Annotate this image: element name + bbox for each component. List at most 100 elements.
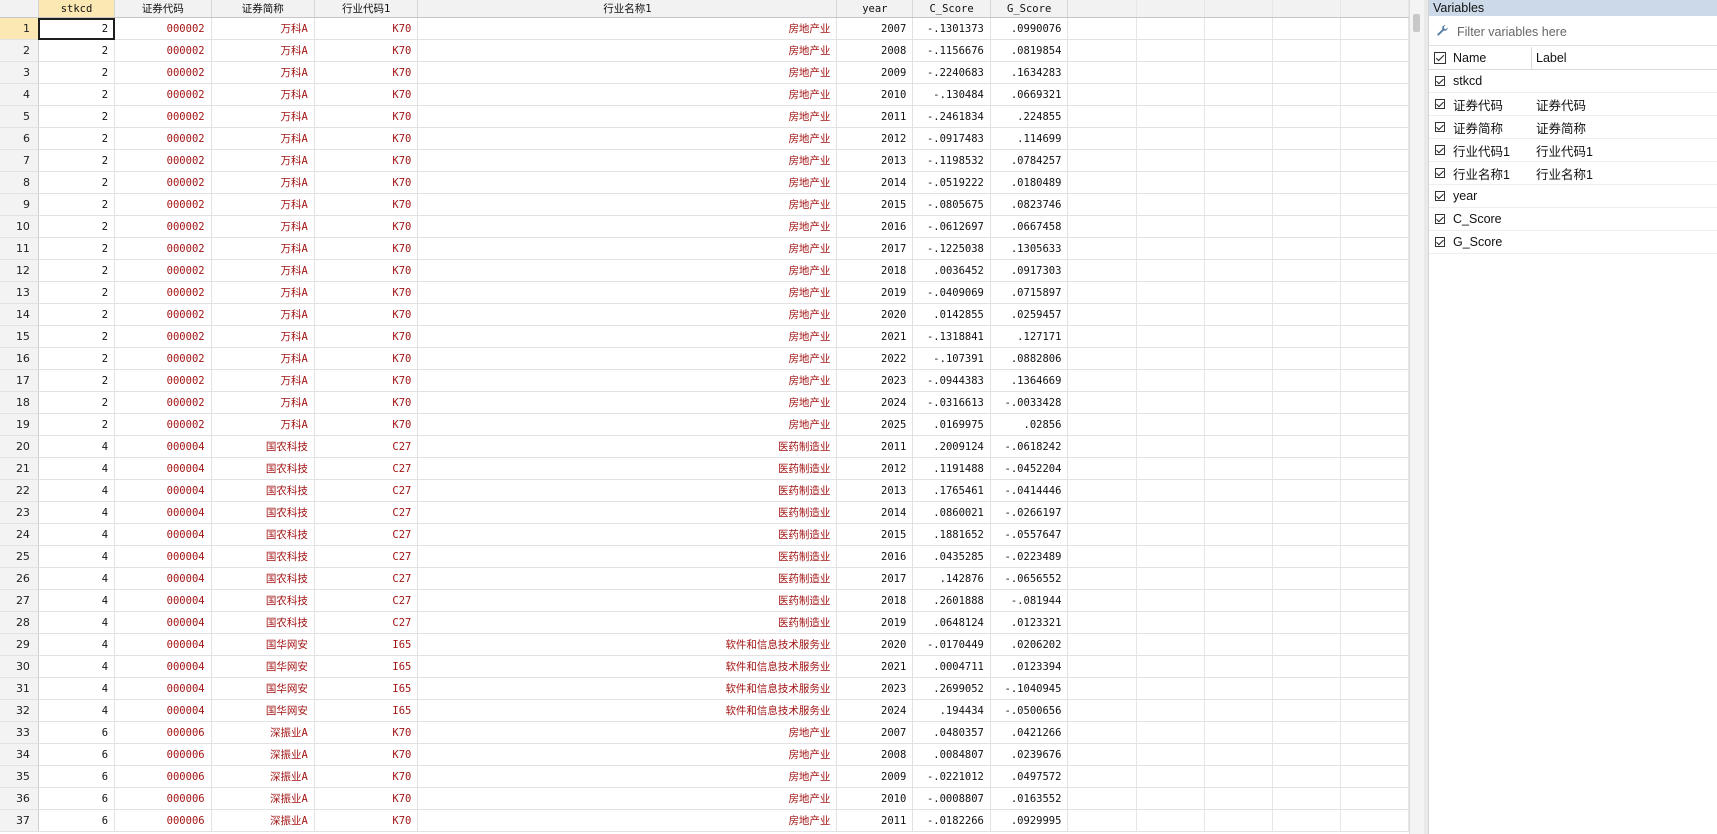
- cell-c-score[interactable]: -.107391: [912, 347, 991, 370]
- row-number[interactable]: 32: [0, 699, 39, 722]
- cell-ind-code[interactable]: I65: [314, 677, 419, 700]
- cell-c-score[interactable]: -.0612697: [912, 215, 991, 238]
- cell-code[interactable]: 000004: [114, 633, 212, 656]
- cell-year[interactable]: 2020: [836, 633, 914, 656]
- row-number[interactable]: 27: [0, 589, 39, 612]
- cell-g-score[interactable]: .0497572: [990, 765, 1069, 788]
- cell-year[interactable]: 2016: [836, 215, 914, 238]
- cell-abbr[interactable]: 国华网安: [211, 633, 315, 656]
- cell-year[interactable]: 2011: [836, 435, 914, 458]
- cell-year[interactable]: 2016: [836, 545, 914, 568]
- cell-stkcd[interactable]: 2: [38, 61, 116, 84]
- row-number[interactable]: 4: [0, 83, 39, 106]
- cell-ind-name[interactable]: 房地产业: [417, 765, 838, 788]
- variable-checkbox[interactable]: [1429, 122, 1451, 132]
- cell-stkcd[interactable]: 6: [38, 809, 116, 832]
- row-number[interactable]: 12: [0, 259, 39, 282]
- cell-ind-code[interactable]: C27: [314, 435, 419, 458]
- select-all-checkbox[interactable]: [1429, 52, 1451, 64]
- wrench-icon[interactable]: [1429, 24, 1455, 40]
- cell-abbr[interactable]: 深振业A: [211, 721, 315, 744]
- cell-ind-code[interactable]: K70: [314, 391, 419, 414]
- cell-year[interactable]: 2024: [836, 699, 914, 722]
- cell-g-score[interactable]: -.0452204: [990, 457, 1069, 480]
- column-header-c-score[interactable]: C_Score: [912, 0, 991, 18]
- cell-ind-name[interactable]: 医药制造业: [417, 545, 838, 568]
- cell-ind-code[interactable]: K70: [314, 149, 419, 172]
- cell-ind-name[interactable]: 房地产业: [417, 127, 838, 150]
- cell-c-score[interactable]: .0036452: [912, 259, 991, 282]
- variable-row[interactable]: year: [1429, 185, 1717, 208]
- cell-year[interactable]: 2018: [836, 589, 914, 612]
- cell-ind-code[interactable]: K70: [314, 721, 419, 744]
- cell-abbr[interactable]: 万科A: [211, 391, 315, 414]
- cell-stkcd[interactable]: 6: [38, 721, 116, 744]
- row-number[interactable]: 22: [0, 479, 39, 502]
- cell-code[interactable]: 000002: [114, 281, 212, 304]
- cell-stkcd[interactable]: 4: [38, 501, 116, 524]
- cell-c-score[interactable]: .0435285: [912, 545, 991, 568]
- cell-year[interactable]: 2018: [836, 259, 914, 282]
- cell-ind-code[interactable]: C27: [314, 479, 419, 502]
- cell-abbr[interactable]: 深振业A: [211, 809, 315, 832]
- cell-c-score[interactable]: .142876: [912, 567, 991, 590]
- variable-checkbox[interactable]: [1429, 191, 1451, 201]
- cell-g-score[interactable]: -.0223489: [990, 545, 1069, 568]
- cell-stkcd[interactable]: 2: [38, 127, 116, 150]
- cell-ind-code[interactable]: K70: [314, 215, 419, 238]
- cell-ind-name[interactable]: 房地产业: [417, 325, 838, 348]
- cell-stkcd[interactable]: 2: [38, 237, 116, 260]
- cell-ind-code[interactable]: K70: [314, 17, 419, 40]
- vertical-scrollbar[interactable]: [1409, 0, 1424, 834]
- cell-stkcd[interactable]: 2: [38, 39, 116, 62]
- cell-g-score[interactable]: .1634283: [990, 61, 1069, 84]
- cell-code[interactable]: 000004: [114, 677, 212, 700]
- cell-ind-name[interactable]: 房地产业: [417, 809, 838, 832]
- cell-year[interactable]: 2011: [836, 809, 914, 832]
- cell-year[interactable]: 2015: [836, 193, 914, 216]
- cell-code[interactable]: 000006: [114, 743, 212, 766]
- column-header-ind-code[interactable]: 行业代码1: [314, 0, 419, 18]
- cell-ind-code[interactable]: K70: [314, 127, 419, 150]
- cell-ind-name[interactable]: 房地产业: [417, 237, 838, 260]
- cell-ind-name[interactable]: 软件和信息技术服务业: [417, 699, 838, 722]
- cell-year[interactable]: 2007: [836, 17, 914, 40]
- cell-g-score[interactable]: -.0557647: [990, 523, 1069, 546]
- cell-year[interactable]: 2019: [836, 281, 914, 304]
- cell-g-score[interactable]: -.0618242: [990, 435, 1069, 458]
- cell-c-score[interactable]: .0169975: [912, 413, 991, 436]
- data-grid[interactable]: stkcd 证券代码 证券简称 行业代码1 行业名称1 year C_Score G_Scor…: [0, 0, 1409, 834]
- cell-code[interactable]: 000004: [114, 611, 212, 634]
- cell-ind-name[interactable]: 房地产业: [417, 259, 838, 282]
- cell-abbr[interactable]: 国农科技: [211, 479, 315, 502]
- cell-g-score[interactable]: .0784257: [990, 149, 1069, 172]
- cell-ind-code[interactable]: K70: [314, 765, 419, 788]
- cell-ind-code[interactable]: K70: [314, 787, 419, 810]
- cell-abbr[interactable]: 深振业A: [211, 743, 315, 766]
- cell-ind-name[interactable]: 医药制造业: [417, 589, 838, 612]
- cell-ind-code[interactable]: K70: [314, 347, 419, 370]
- cell-ind-code[interactable]: C27: [314, 457, 419, 480]
- cell-ind-code[interactable]: I65: [314, 655, 419, 678]
- cell-code[interactable]: 000004: [114, 457, 212, 480]
- cell-code[interactable]: 000006: [114, 765, 212, 788]
- cell-ind-name[interactable]: 医药制造业: [417, 501, 838, 524]
- cell-abbr[interactable]: 万科A: [211, 171, 315, 194]
- cell-g-score[interactable]: .0206202: [990, 633, 1069, 656]
- cell-c-score[interactable]: .2009124: [912, 435, 991, 458]
- cell-g-score[interactable]: .0823746: [990, 193, 1069, 216]
- cell-stkcd[interactable]: 4: [38, 567, 116, 590]
- cell-abbr[interactable]: 万科A: [211, 281, 315, 304]
- row-number[interactable]: 11: [0, 237, 39, 260]
- cell-code[interactable]: 000006: [114, 721, 212, 744]
- cell-c-score[interactable]: -.2240683: [912, 61, 991, 84]
- cell-year[interactable]: 2014: [836, 501, 914, 524]
- cell-ind-code[interactable]: K70: [314, 743, 419, 766]
- cell-year[interactable]: 2009: [836, 765, 914, 788]
- column-header-stkcd[interactable]: stkcd: [38, 0, 116, 18]
- cell-abbr[interactable]: 万科A: [211, 413, 315, 436]
- row-number[interactable]: 9: [0, 193, 39, 216]
- cell-ind-code[interactable]: K70: [314, 105, 419, 128]
- cell-code[interactable]: 000002: [114, 171, 212, 194]
- row-number[interactable]: 33: [0, 721, 39, 744]
